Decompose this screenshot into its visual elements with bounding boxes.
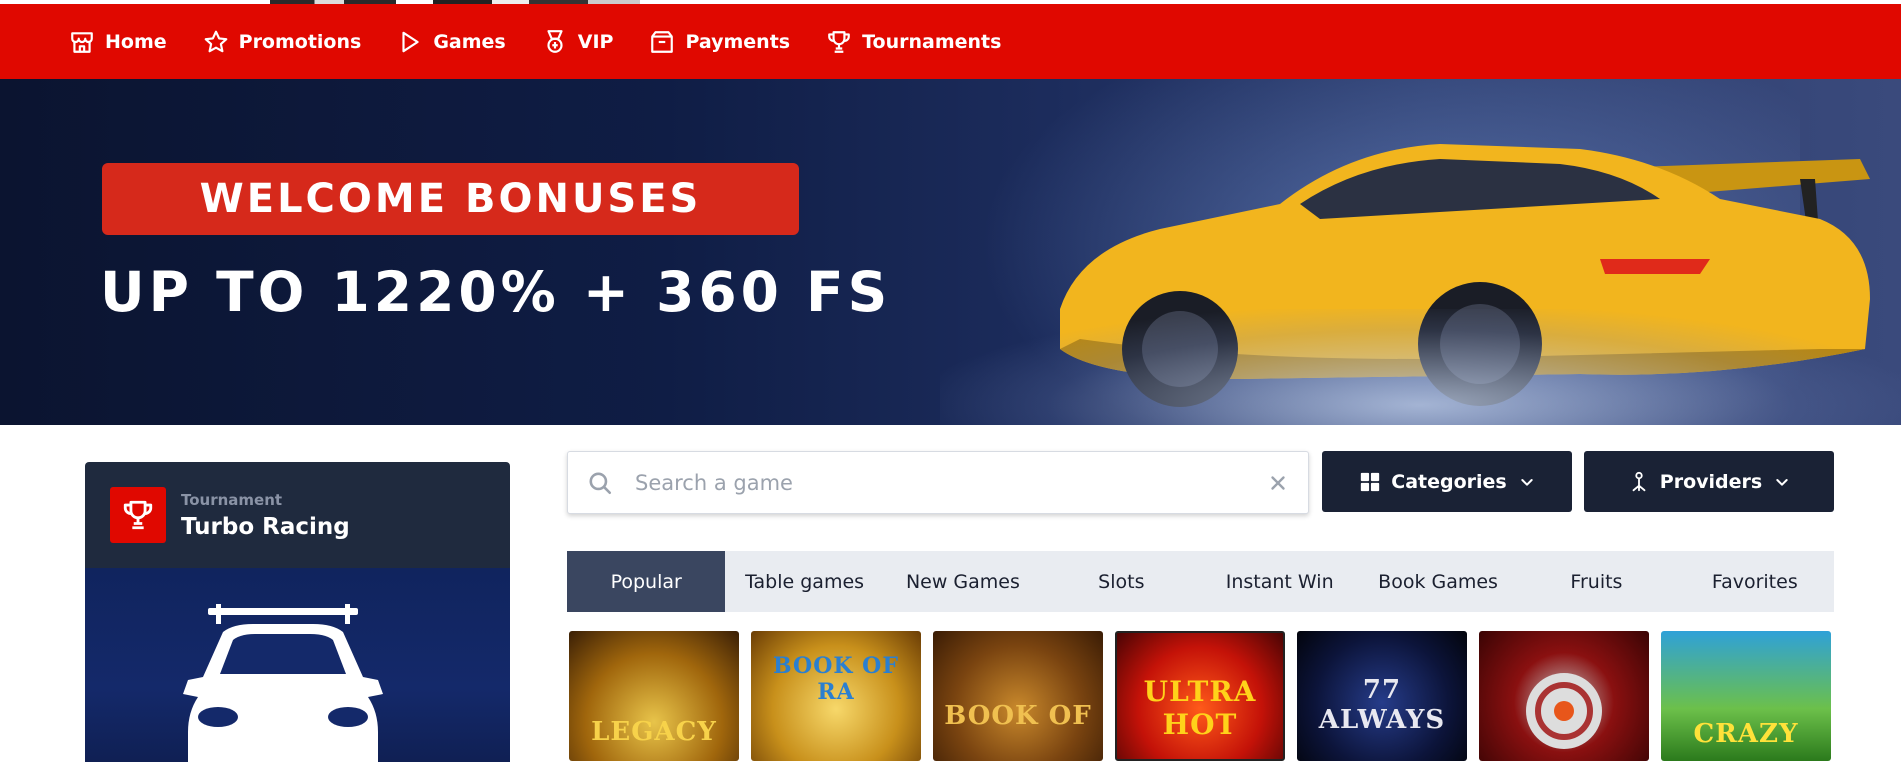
tab-table-games[interactable]: Table games [725,551,883,612]
welcome-bonus-label: WELCOME BONUSES [199,176,702,222]
providers-dropdown[interactable]: Providers [1584,451,1834,512]
hero-smoke [940,309,1900,425]
close-icon[interactable] [1267,472,1289,494]
nav-item-vip[interactable]: VIP [542,29,614,55]
game-tile-77-always[interactable]: 77 ALWAYS [1297,631,1467,761]
categories-label: Categories [1391,470,1507,493]
hero-banner[interactable]: WELCOME BONUSES UP TO 1220% + 360 FS [0,79,1901,425]
categories-dropdown[interactable]: Categories [1322,451,1572,512]
trophy-icon [123,500,153,530]
nav-item-games[interactable]: Games [397,29,506,55]
store-icon [71,31,93,53]
game-tile-legacy[interactable]: LEGACY [569,631,739,761]
game-search [567,451,1309,514]
game-title: BOOK OF RA [773,653,899,705]
game-title: LEGACY [591,717,717,747]
game-title: ULTRA HOT [1143,675,1257,741]
nav-item-home[interactable]: Home [69,29,167,55]
tab-favorites[interactable]: Favorites [1676,551,1834,612]
tournament-name: Turbo Racing [181,513,350,540]
tab-new-games[interactable]: New Games [884,551,1042,612]
tab-slots[interactable]: Slots [1042,551,1200,612]
nav-label-payments: Payments [685,30,791,53]
tournament-kicker: Tournament [181,490,283,509]
game-title: CRAZY [1693,719,1799,749]
tournament-card[interactable]: Tournament Turbo Racing [85,462,510,762]
target-icon [1526,673,1602,749]
nav-label-vip: VIP [577,30,614,53]
providers-label: Providers [1659,470,1763,493]
tab-instant-win[interactable]: Instant Win [1201,551,1359,612]
tournament-card-header: Tournament Turbo Racing [85,462,510,568]
nav-item-tournaments[interactable]: Tournaments [826,29,1001,55]
wallet-icon [651,30,674,53]
main-nav: Home Promotions Games VIP Payments Tourn… [0,4,1901,79]
tournament-image [85,568,510,762]
game-tile-ultra-hot[interactable]: ULTRA HOT [1115,631,1285,761]
medal-icon [547,29,563,53]
race-car-icon [183,604,383,762]
nav-item-promotions[interactable]: Promotions [203,29,362,55]
joystick-icon [1632,471,1646,491]
game-grid: LEGACY BOOK OF RA BOOK OF ULTRA HOT 77 A… [569,631,1843,761]
nav-label-home: Home [105,30,167,53]
search-icon [589,471,612,494]
game-tile-crazy[interactable]: CRAZY [1661,631,1831,761]
game-tile-book-of[interactable]: BOOK OF [933,631,1103,761]
play-icon [402,31,419,52]
nav-item-payments[interactable]: Payments [649,29,790,55]
tab-popular[interactable]: Popular [567,551,726,612]
chevron-down-icon [1776,478,1788,486]
grid-icon [1361,472,1380,491]
game-category-tabs: Popular Table games New Games Slots Inst… [567,551,1834,612]
game-tile-target[interactable] [1479,631,1649,761]
nav-label-tournaments: Tournaments [862,30,1002,53]
game-title: 77 ALWAYS [1318,675,1446,735]
search-input[interactable] [635,470,1267,495]
trophy-icon [828,30,850,53]
game-title: BOOK OF [944,701,1092,731]
nav-label-games: Games [433,30,506,53]
game-tile-book-of-ra[interactable]: BOOK OF RA [751,631,921,761]
bonus-amount-headline: UP TO 1220% + 360 FS [100,260,892,324]
tournament-badge [110,487,166,543]
welcome-bonus-badge: WELCOME BONUSES [102,163,799,235]
chevron-down-icon [1521,478,1533,486]
tab-fruits[interactable]: Fruits [1517,551,1675,612]
tab-book-games[interactable]: Book Games [1359,551,1517,612]
star-icon [204,30,228,52]
nav-label-promotions: Promotions [238,30,362,53]
